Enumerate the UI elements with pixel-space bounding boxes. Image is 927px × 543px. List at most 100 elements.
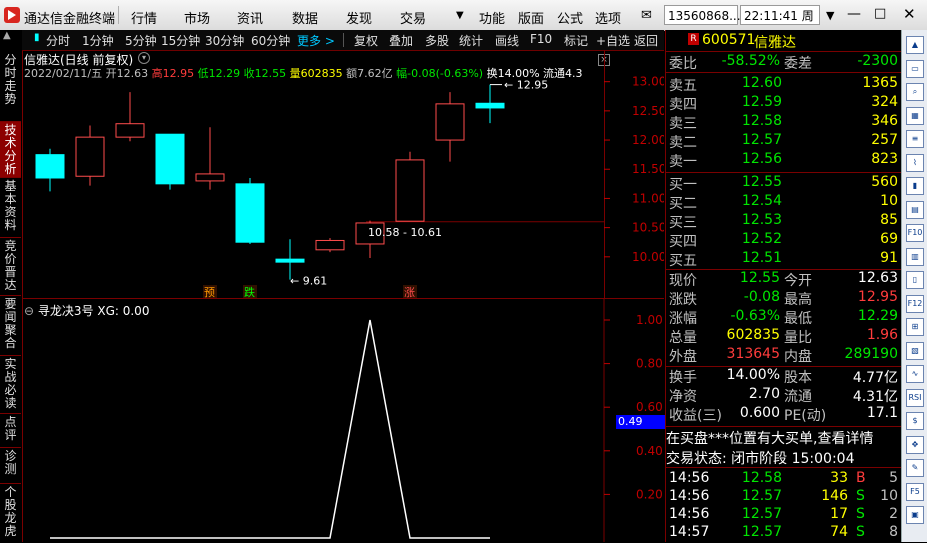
close-icon[interactable]: ✕ — [903, 5, 916, 23]
stack-icon[interactable]: ▥ — [906, 247, 924, 266]
level-price: 12.58 — [741, 113, 782, 129]
bid-row[interactable]: 买四 12.52 69 — [666, 231, 902, 250]
tick-count: 10 — [880, 488, 898, 504]
table-icon[interactable]: ▤ — [906, 200, 924, 219]
menu-shichang[interactable]: 市场 — [184, 8, 210, 27]
action-zixuan[interactable]: +自选 — [596, 32, 630, 49]
period-15min[interactable]: 15分钟 — [161, 32, 200, 49]
bid-row[interactable]: 买五 12.51 91 — [666, 250, 902, 269]
f12-icon[interactable]: F12 — [906, 294, 924, 313]
list-icon[interactable]: ≡ — [906, 130, 924, 148]
grid-icon[interactable]: ▦ — [906, 106, 924, 125]
chart-icon[interactable]: ⌇ — [906, 153, 924, 172]
menu-banmian[interactable]: 版面 — [518, 8, 544, 27]
candle-body — [35, 154, 65, 179]
action-biaoji[interactable]: 标记 — [564, 32, 588, 49]
period-fenshi[interactable]: 分时 — [46, 32, 70, 49]
y-tick-label: 10.00 — [632, 250, 664, 264]
f10-icon[interactable]: F10 — [906, 224, 924, 242]
monitor-icon[interactable]: ▭ — [906, 59, 924, 78]
stat-label: 净资 — [669, 389, 697, 405]
level-label: 卖三 — [669, 116, 697, 132]
tab-dianping[interactable]: 点评 — [0, 414, 21, 448]
dropdown-arrow-icon[interactable]: ▼ — [456, 10, 464, 21]
divider — [343, 33, 344, 47]
tab-fenshi[interactable]: 分时走势 — [0, 52, 21, 122]
action-diejia[interactable]: 叠加 — [389, 32, 413, 49]
menu-gongneng[interactable]: 功能 — [479, 8, 505, 27]
y-tick-label: 1.00 — [636, 313, 663, 327]
collapse-icon[interactable]: ▲ — [3, 30, 11, 41]
tab-jishu[interactable]: 技术分析 — [0, 122, 21, 178]
tab-jingjia[interactable]: 竞价晋达 — [0, 238, 21, 296]
f5-icon[interactable]: F5 — [906, 482, 924, 501]
big-order-notice[interactable]: 在买盘***位置有大买单,查看详情 — [666, 428, 902, 447]
bid-row[interactable]: 买三 12.53 85 — [666, 212, 902, 231]
action-fuquan[interactable]: 复权 — [354, 32, 378, 49]
action-fanhui[interactable]: 返回 — [634, 32, 658, 49]
calc-icon[interactable]: ⊞ — [906, 318, 924, 336]
book-icon[interactable]: ▣ — [906, 506, 924, 524]
bar-icon[interactable]: ▧ — [906, 341, 924, 360]
menu-jiaoyi[interactable]: 交易 — [400, 8, 426, 27]
menu-hangqing[interactable]: 行情 — [131, 8, 157, 27]
dollar-icon[interactable]: $ — [906, 412, 924, 430]
tool-prev-icon[interactable]: ▮ — [34, 32, 40, 43]
bid-row[interactable]: 买一 12.55 560 — [666, 174, 902, 193]
menu-faxian[interactable]: 发现 — [346, 8, 372, 27]
tab-shizhan[interactable]: 实战必读 — [0, 356, 21, 414]
stock-name[interactable]: 信雅达 — [754, 32, 796, 52]
zoom-icon[interactable]: ⌕ — [906, 83, 924, 101]
candle-icon[interactable]: ▮ — [906, 177, 924, 195]
ask-row[interactable]: 卖三 12.58 346 — [666, 113, 902, 132]
period-1min[interactable]: 1分钟 — [82, 32, 114, 49]
tab-longhu[interactable]: 个股龙虎 — [0, 484, 21, 542]
action-huaxian[interactable]: 画线 — [495, 32, 519, 49]
stat-value: 313645 — [726, 346, 780, 362]
menu-arrow-icon[interactable]: ▼ — [826, 9, 834, 22]
period-5min[interactable]: 5分钟 — [125, 32, 157, 49]
stat-label: 今开 — [784, 273, 812, 289]
stat-label: 涨幅 — [669, 311, 697, 327]
stat-row: 收益(三) 0.600 PE(动) 17.1 — [666, 405, 902, 424]
tick-row: 14:57 12.57 74 S 8 — [666, 524, 902, 543]
bid-row[interactable]: 买二 12.54 10 — [666, 193, 902, 212]
menu-bar: 通达信金融终端 行情 市场 资讯 数据 发现 交易 ▼ 功能 版面 公式 选项 … — [0, 0, 927, 43]
tab-yaowen[interactable]: 要闻聚合 — [0, 296, 21, 356]
menu-zixun[interactable]: 资讯 — [237, 8, 263, 27]
move-icon[interactable]: ✥ — [906, 435, 924, 454]
action-tongji[interactable]: 统计 — [459, 32, 483, 49]
tab-zhence[interactable]: 诊测 — [0, 448, 21, 484]
tick-volume: 33 — [830, 470, 848, 486]
level-price: 12.59 — [741, 94, 782, 110]
mail-icon[interactable]: ✉ — [641, 8, 652, 23]
rsi-icon[interactable]: RSI — [906, 388, 924, 407]
period-60min[interactable]: 60分钟 — [251, 32, 290, 49]
period-30min[interactable]: 30分钟 — [205, 32, 244, 49]
divider — [666, 172, 902, 173]
divider — [118, 6, 119, 24]
minimize-icon[interactable]: — — [847, 6, 861, 22]
maximize-icon[interactable]: □ — [874, 6, 886, 21]
indicator-chart: 1.00 0.80 0.60 0.40 0.20 — [50, 298, 663, 542]
menu-shuju[interactable]: 数据 — [292, 8, 318, 27]
menu-gongshi[interactable]: 公式 — [557, 8, 583, 27]
menu-xuanxiang[interactable]: 选项 — [595, 8, 621, 27]
ask-row[interactable]: 卖四 12.59 324 — [666, 94, 902, 113]
ask-row[interactable]: 卖五 12.60 1365 — [666, 75, 902, 94]
more-button[interactable]: 更多 > — [297, 32, 335, 49]
ask-row[interactable]: 卖二 12.57 257 — [666, 132, 902, 151]
up-arrow-icon[interactable]: ▲ — [906, 36, 924, 54]
action-duogu[interactable]: 多股 — [425, 32, 449, 49]
app-logo-icon — [4, 7, 20, 23]
stat-row: 换手 14.00% 股本 4.77亿 — [666, 367, 902, 386]
account-field[interactable]: 13560868... — [664, 5, 741, 25]
pen-icon[interactable]: ✎ — [906, 459, 924, 477]
level-volume: 91 — [880, 250, 898, 266]
ask-row[interactable]: 卖一 12.56 823 — [666, 151, 902, 170]
action-f10[interactable]: F10 — [530, 32, 552, 46]
doc-icon[interactable]: ▯ — [906, 271, 924, 289]
stat-label: 总量 — [669, 330, 697, 346]
tab-jiben[interactable]: 基本资料 — [0, 178, 21, 238]
wave-icon[interactable]: ∿ — [906, 365, 924, 383]
